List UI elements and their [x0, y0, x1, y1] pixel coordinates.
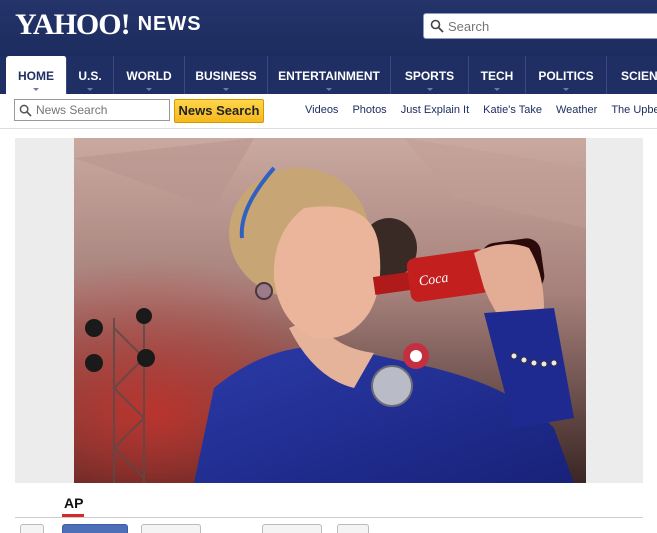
nav-science[interactable]: SCIENCE [607, 56, 657, 94]
nav-tech-label: TECH [480, 69, 514, 83]
news-search-button[interactable]: News Search [174, 99, 264, 123]
link-just-explain-it[interactable]: Just Explain It [401, 104, 469, 116]
chevron-down-icon [563, 88, 569, 91]
nav-business-label: BUSINESS [195, 69, 257, 83]
nav-science-label: SCIENCE [621, 69, 657, 83]
link-the-upbeat[interactable]: The Upbeat [611, 104, 657, 116]
photo-container: Coca [15, 138, 643, 483]
nav-tech[interactable]: TECH [469, 56, 526, 94]
nav-business[interactable]: BUSINESS [185, 56, 268, 94]
news-search-box[interactable] [14, 99, 170, 121]
photo-source: AP [64, 495, 84, 511]
nav-world-label: WORLD [126, 69, 172, 83]
nav-us-label: U.S. [78, 69, 102, 83]
link-katies-take[interactable]: Katie's Take [483, 104, 542, 116]
search-icon [430, 19, 444, 33]
chevron-down-icon [326, 88, 332, 91]
nav-world[interactable]: WORLD [114, 56, 185, 94]
nav-politics[interactable]: POLITICS [526, 56, 607, 94]
site-search-box[interactable] [423, 13, 657, 39]
article-photo[interactable]: Coca [74, 138, 586, 483]
nav-home-label: HOME [18, 69, 54, 83]
link-videos[interactable]: Videos [305, 104, 338, 116]
site-search-input[interactable] [448, 16, 648, 36]
nav-sports-label: SPORTS [404, 69, 455, 83]
nav-entertainment[interactable]: ENTERTAINMENT [268, 56, 391, 94]
chevron-down-icon [426, 88, 433, 91]
masthead: YAHOO! NEWS [0, 0, 657, 56]
link-weather[interactable]: Weather [556, 104, 597, 116]
yahoo-news-logo[interactable]: YAHOO! NEWS [15, 8, 202, 42]
sub-toolbar: News Search Videos Photos Just Explain It K… [0, 94, 657, 129]
chevron-down-icon [494, 88, 500, 91]
logo-news-text: NEWS [137, 13, 202, 35]
nav-politics-label: POLITICS [538, 69, 594, 83]
search-icon [19, 104, 32, 117]
divider [15, 517, 643, 518]
sub-links: Videos Photos Just Explain It Katie's Take W… [305, 104, 657, 116]
nav-entertainment-label: ENTERTAINMENT [278, 69, 380, 83]
news-search-input[interactable] [36, 102, 166, 118]
nav-home[interactable]: HOME [6, 56, 67, 94]
logo-yahoo-text: YAHOO! [15, 8, 131, 41]
nav-sports[interactable]: SPORTS [391, 56, 469, 94]
main-nav: HOME U.S. WORLD BUSINESS ENTERTAINMENT S… [0, 56, 657, 94]
chevron-down-icon [223, 88, 229, 91]
nav-us[interactable]: U.S. [67, 56, 114, 94]
chevron-down-icon [33, 88, 39, 91]
photo-illustration: Coca [74, 138, 586, 483]
chevron-down-icon [146, 88, 152, 91]
link-photos[interactable]: Photos [352, 104, 386, 116]
chevron-down-icon [87, 88, 93, 91]
